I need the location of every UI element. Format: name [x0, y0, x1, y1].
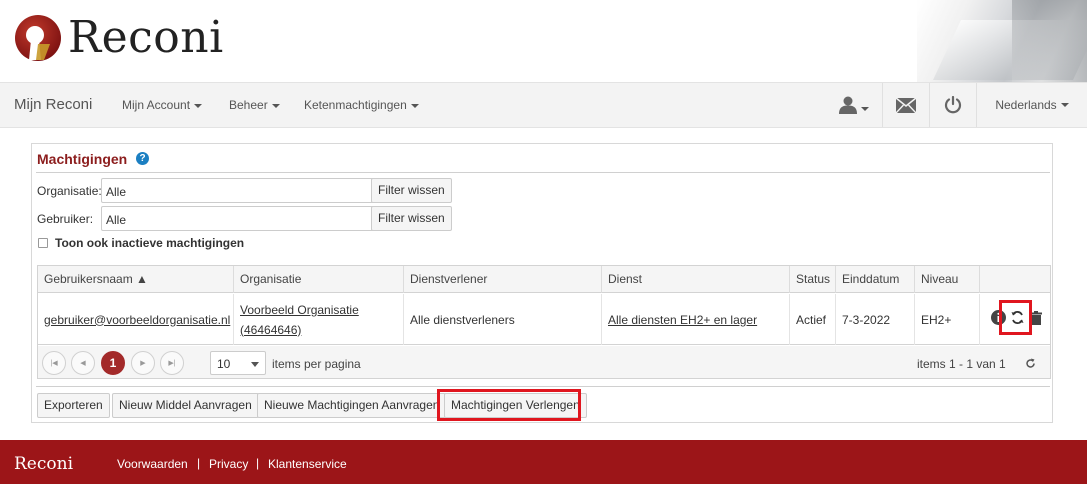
export-button[interactable]: Exporteren: [37, 393, 110, 418]
main-navbar: Mijn Reconi Mijn Account Beheer Ketenmac…: [0, 82, 1087, 128]
organisation-filter-label: Organisatie:: [37, 184, 102, 198]
logo[interactable]: Reconi: [14, 14, 224, 62]
column-header-status[interactable]: Status: [789, 266, 835, 293]
page-size-value: 10: [217, 357, 231, 371]
nav-brand[interactable]: Mijn Reconi: [14, 96, 92, 113]
nav-item-label: Beheer: [229, 98, 268, 112]
last-page-icon[interactable]: ▶|: [160, 351, 184, 375]
column-header-end-date[interactable]: Einddatum: [835, 266, 914, 293]
power-icon: [944, 96, 962, 114]
column-header-username[interactable]: Gebruikersnaam ▲: [38, 266, 233, 293]
user-filter-value: Alle: [106, 213, 127, 227]
user-icon: [839, 96, 857, 114]
chevron-down-icon: [251, 362, 259, 367]
clear-organisation-filter-button[interactable]: Filter wissen: [371, 178, 452, 203]
cell-organisation: Voorbeeld Organisatie (46464646): [233, 294, 403, 345]
status-value: Actief: [796, 312, 827, 327]
first-page-icon[interactable]: |◀: [42, 351, 66, 375]
caret-down-icon: [410, 103, 419, 108]
cell-service: Alle diensten EH2+ en lager: [601, 294, 789, 345]
caret-down-icon: [861, 107, 869, 111]
divider: [36, 172, 1050, 173]
panel-title: Machtigingen: [37, 151, 128, 167]
username-link[interactable]: gebruiker@voorbeeldorganisatie.nl: [44, 310, 230, 330]
header: Reconi: [0, 0, 1087, 82]
cell-provider: Alle dienstverleners: [403, 294, 601, 345]
organisation-link[interactable]: Voorbeeld Organisatie (46464646): [240, 300, 359, 340]
user-filter-label: Gebruiker:: [37, 212, 94, 226]
previous-page-icon[interactable]: ◀: [71, 351, 95, 375]
logo-mark-icon: [15, 15, 61, 61]
service-link[interactable]: Alle diensten EH2+ en lager: [608, 310, 757, 330]
footer-link-terms[interactable]: Voorwaarden: [117, 457, 188, 471]
authorizations-grid: Gebruikersnaam ▲ Organisatie Dienstverle…: [37, 265, 1051, 379]
column-header-provider[interactable]: Dienstverlener: [403, 266, 601, 293]
nav-item-label: Mijn Account: [122, 98, 191, 112]
organisation-number: (46464646): [240, 322, 302, 337]
extend-button-highlight: [437, 389, 581, 421]
level-value: EH2+: [921, 312, 952, 327]
footer-separator: |: [256, 456, 260, 470]
grid-header: Gebruikersnaam ▲ Organisatie Dienstverle…: [38, 266, 1050, 293]
table-row: gebruiker@voorbeeldorganisatie.nl Voorbe…: [38, 294, 1050, 345]
nav-item-ketenmachtigingen[interactable]: Ketenmachtigingen: [304, 98, 419, 112]
help-icon[interactable]: ?: [136, 152, 149, 165]
end-date-value: 7-3-2022: [842, 312, 891, 327]
current-page-button[interactable]: 1: [101, 351, 125, 375]
envelope-icon: [896, 97, 916, 113]
caret-down-icon: [271, 103, 280, 108]
authorizations-panel: Machtigingen ? Organisatie: Alle Filter …: [31, 143, 1053, 423]
messages-button[interactable]: [882, 83, 929, 127]
page-size-select[interactable]: 10: [210, 351, 266, 375]
logo-text: Reconi: [68, 12, 224, 63]
divider: [36, 386, 1050, 387]
footer-separator: |: [197, 456, 201, 470]
per-page-label: items per pagina: [272, 357, 361, 371]
cell-level: EH2+: [914, 294, 979, 345]
new-means-button[interactable]: Nieuw Middel Aanvragen: [112, 393, 259, 418]
next-page-icon[interactable]: ▶: [131, 351, 155, 375]
clear-user-filter-button[interactable]: Filter wissen: [371, 206, 452, 231]
organisation-filter-value: Alle: [106, 185, 127, 199]
user-menu-button[interactable]: [826, 83, 882, 127]
column-header-service[interactable]: Dienst: [601, 266, 789, 293]
organisation-name: Voorbeeld Organisatie: [240, 302, 359, 317]
show-inactive-checkbox[interactable]: [38, 238, 48, 248]
footer-link-customer-service[interactable]: Klantenservice: [268, 457, 347, 471]
organisation-filter-select[interactable]: Alle: [101, 178, 399, 203]
cell-end-date: 7-3-2022: [835, 294, 914, 345]
language-select[interactable]: Nederlands: [976, 83, 1087, 127]
column-header-level[interactable]: Niveau: [914, 266, 979, 293]
grid-pager: |◀ ◀ 1 ▶ ▶| 10 items per pagina items 1 …: [38, 346, 1050, 378]
cell-status: Actief: [789, 294, 835, 345]
nav-item-label: Ketenmachtigingen: [304, 98, 407, 112]
user-filter-select[interactable]: Alle: [101, 206, 399, 231]
language-label: Nederlands: [995, 98, 1057, 112]
cell-username: gebruiker@voorbeeldorganisatie.nl: [38, 294, 233, 345]
refresh-icon[interactable]: [1025, 358, 1036, 369]
column-header-organisation[interactable]: Organisatie: [233, 266, 403, 293]
show-inactive-label[interactable]: Toon ook inactieve machtigingen: [55, 236, 244, 250]
renew-icon-highlight: [999, 300, 1032, 335]
provider-value: Alle dienstverleners: [410, 312, 515, 327]
column-header-actions: [979, 266, 1050, 293]
footer-link-privacy[interactable]: Privacy: [209, 457, 248, 471]
caret-down-icon: [194, 103, 203, 108]
nav-item-beheer[interactable]: Beheer: [229, 98, 280, 112]
logout-button[interactable]: [929, 83, 976, 127]
header-hero-image: [917, 0, 1087, 82]
items-summary: items 1 - 1 van 1: [917, 357, 1006, 371]
footer: Reconi Voorwaarden | Privacy | Klantense…: [0, 440, 1087, 484]
new-authorizations-button[interactable]: Nieuwe Machtigingen Aanvragen: [257, 393, 447, 418]
nav-item-mijn-account[interactable]: Mijn Account: [122, 98, 203, 112]
footer-brand: Reconi: [14, 454, 74, 474]
caret-down-icon: [1060, 103, 1069, 107]
